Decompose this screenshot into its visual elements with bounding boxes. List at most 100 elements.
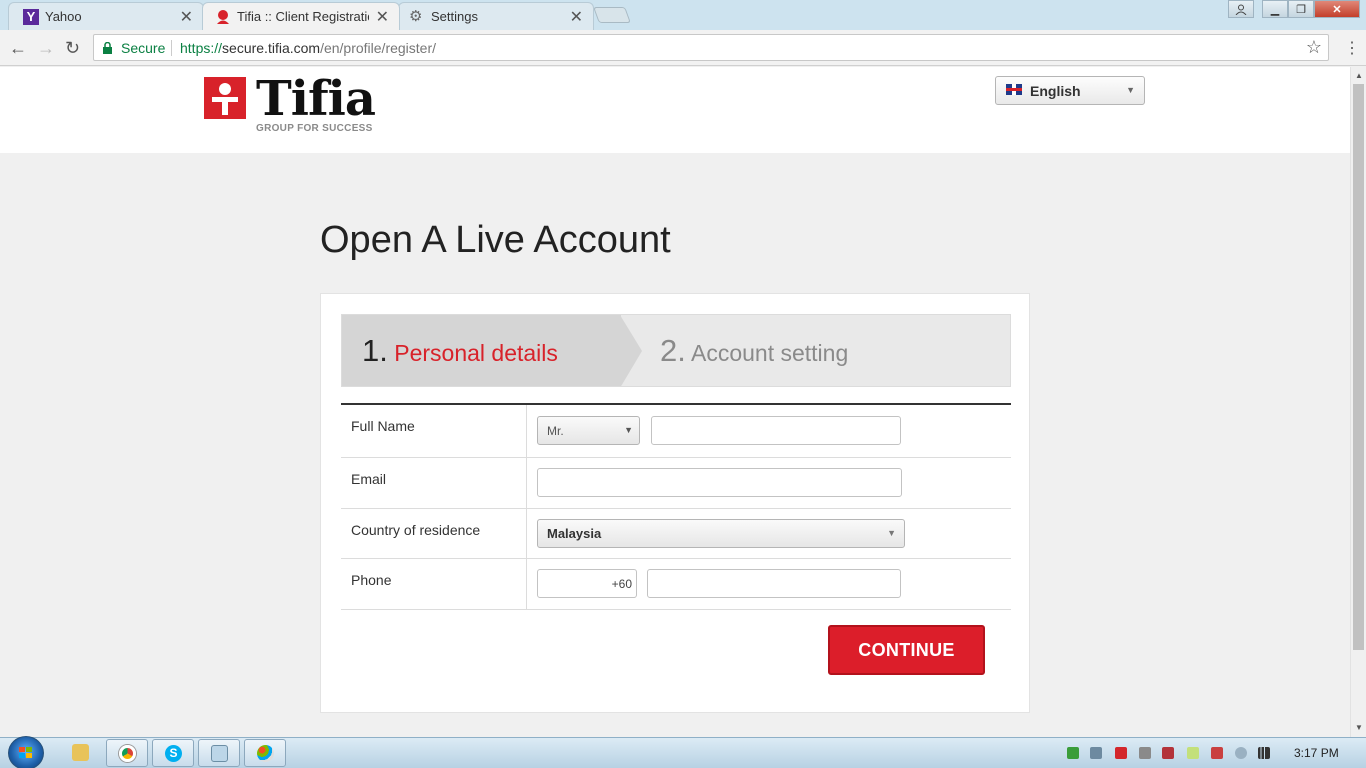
country-value: Malaysia (547, 526, 602, 541)
step-account-setting: 2. Account setting (660, 333, 848, 369)
chrome-icon (119, 745, 136, 762)
url-host: secure.tifia.com (222, 40, 321, 56)
browser-toolbar: ← → ↻ Secure https://secure.tifia.com/en… (0, 30, 1366, 66)
tab-label: Settings (431, 9, 478, 24)
secure-label: Secure (121, 40, 166, 56)
device-icon[interactable] (1162, 747, 1174, 759)
salutation-select[interactable]: Mr. ▼ (537, 416, 640, 445)
email-input[interactable] (537, 468, 902, 497)
form-row-email: Email (341, 458, 1011, 509)
phone-code-value: +60 (611, 577, 632, 591)
form-row-phone: Phone +60 (341, 559, 1011, 610)
speaker-icon[interactable] (1090, 747, 1102, 759)
site-header: Tifia GROUP FOR SUCCESS English ▼ (0, 67, 1350, 153)
close-icon[interactable]: ✕ (376, 7, 389, 27)
url-text[interactable]: https://secure.tifia.com/en/profile/regi… (180, 40, 436, 56)
note-icon[interactable] (1187, 747, 1199, 759)
close-icon[interactable]: ✕ (570, 7, 583, 27)
address-bar[interactable]: Secure https://secure.tifia.com/en/profi… (93, 34, 1329, 61)
full-name-label: Full Name (351, 418, 415, 434)
back-arrow-icon[interactable]: ← (9, 38, 27, 59)
page-scrollbar[interactable]: ▲ ▼ (1350, 67, 1366, 737)
step-label: Account setting (690, 340, 849, 366)
tab-label: Tifia :: Client Registration (237, 9, 369, 24)
windows-taskbar: S 3:17 PM (0, 736, 1366, 768)
pdf-icon[interactable] (1115, 747, 1127, 759)
forward-arrow-icon[interactable]: → (37, 38, 55, 59)
user-profile-icon[interactable] (1228, 0, 1254, 18)
scroll-up-arrow-icon[interactable]: ▲ (1355, 71, 1363, 80)
paint-icon (257, 745, 274, 762)
phone-code-input[interactable]: +60 (537, 569, 637, 598)
folder-icon (72, 744, 89, 761)
close-icon[interactable]: ✕ (180, 7, 193, 27)
taskbar-skype[interactable]: S (152, 739, 194, 767)
window-close-button[interactable]: ✕ (1314, 0, 1360, 18)
tab-tifia-registration[interactable]: Tifia :: Client Registration ✕ (202, 2, 400, 30)
phone-number-input[interactable] (647, 569, 901, 598)
new-tab-button[interactable] (593, 7, 631, 23)
divider (526, 405, 527, 457)
registration-card: 1. Personal details 2. Account setting F… (320, 293, 1030, 713)
emoji-icon[interactable] (1235, 747, 1247, 759)
restore-button[interactable]: ❐ (1288, 0, 1314, 18)
security-shield-icon[interactable] (1067, 747, 1079, 759)
url-scheme: https:// (180, 40, 223, 56)
email-label: Email (351, 471, 387, 487)
browser-menu-icon[interactable]: ⋮ (1344, 38, 1360, 58)
country-label: Country of residence (351, 522, 481, 538)
taskbar-clock[interactable]: 3:17 PM (1294, 746, 1339, 760)
caret-down-icon: ▼ (624, 425, 633, 435)
tifia-favicon-icon (215, 9, 231, 25)
volume-icon[interactable] (1139, 747, 1151, 759)
caret-down-icon: ▼ (1126, 85, 1135, 95)
brand-name: Tifia (256, 71, 376, 127)
continue-button[interactable]: CONTINUE (828, 625, 985, 675)
form-row-full-name: Full Name Mr. ▼ (341, 405, 1011, 458)
phone-label: Phone (351, 572, 392, 588)
step-indicator: 1. Personal details 2. Account setting (341, 314, 1011, 387)
reload-icon[interactable]: ↻ (65, 38, 80, 59)
country-select[interactable]: Malaysia ▼ (537, 519, 905, 548)
tifia-logo-icon (204, 77, 246, 119)
gear-icon: ⚙ (409, 8, 423, 25)
uk-flag-icon (1006, 84, 1022, 95)
browser-tab-bar: Y Yahoo ✕ Tifia :: Client Registration ✕… (0, 0, 1366, 30)
yahoo-icon: Y (23, 9, 39, 25)
step-number: 2. (660, 333, 686, 368)
tifia-logo[interactable]: Tifia GROUP FOR SUCCESS (204, 71, 394, 137)
tab-yahoo[interactable]: Y Yahoo ✕ (8, 2, 204, 30)
network-error-icon[interactable] (1211, 747, 1223, 759)
taskbar-notepad[interactable] (198, 739, 240, 767)
page-title: Open A Live Account (320, 219, 671, 261)
scroll-down-arrow-icon[interactable]: ▼ (1355, 723, 1363, 732)
taskbar-file-explorer[interactable] (60, 739, 102, 767)
tab-settings[interactable]: ⚙ Settings ✕ (398, 2, 594, 30)
step-label: Personal details (394, 340, 558, 366)
lock-icon (103, 41, 112, 54)
personal-details-form: Full Name Mr. ▼ Email Country of residen… (341, 403, 1011, 610)
taskbar-paint[interactable] (244, 739, 286, 767)
step-number: 1. (362, 333, 388, 368)
skype-icon: S (165, 745, 182, 762)
scrollbar-thumb[interactable] (1353, 84, 1364, 650)
bookmark-star-icon[interactable]: ☆ (1306, 37, 1322, 58)
divider (526, 458, 527, 508)
language-select[interactable]: English ▼ (995, 76, 1145, 105)
form-row-country: Country of residence Malaysia ▼ (341, 509, 1011, 559)
brand-tagline: GROUP FOR SUCCESS (256, 123, 373, 134)
step-arrow (620, 315, 642, 386)
salutation-value: Mr. (547, 424, 564, 438)
url-path: /en/profile/register/ (320, 40, 437, 56)
taskbar-chrome[interactable] (106, 739, 148, 767)
caret-down-icon: ▼ (887, 528, 896, 538)
full-name-input[interactable] (651, 416, 901, 445)
step-personal-details: 1. Personal details (362, 333, 558, 369)
minimize-button[interactable]: ▁ (1262, 0, 1288, 18)
signal-bars-icon[interactable] (1258, 747, 1270, 759)
notepad-icon (211, 745, 228, 762)
tab-label: Yahoo (45, 9, 82, 24)
start-button[interactable] (8, 736, 44, 768)
divider (526, 509, 527, 558)
web-page: Tifia GROUP FOR SUCCESS English ▼ Open A… (0, 67, 1350, 737)
